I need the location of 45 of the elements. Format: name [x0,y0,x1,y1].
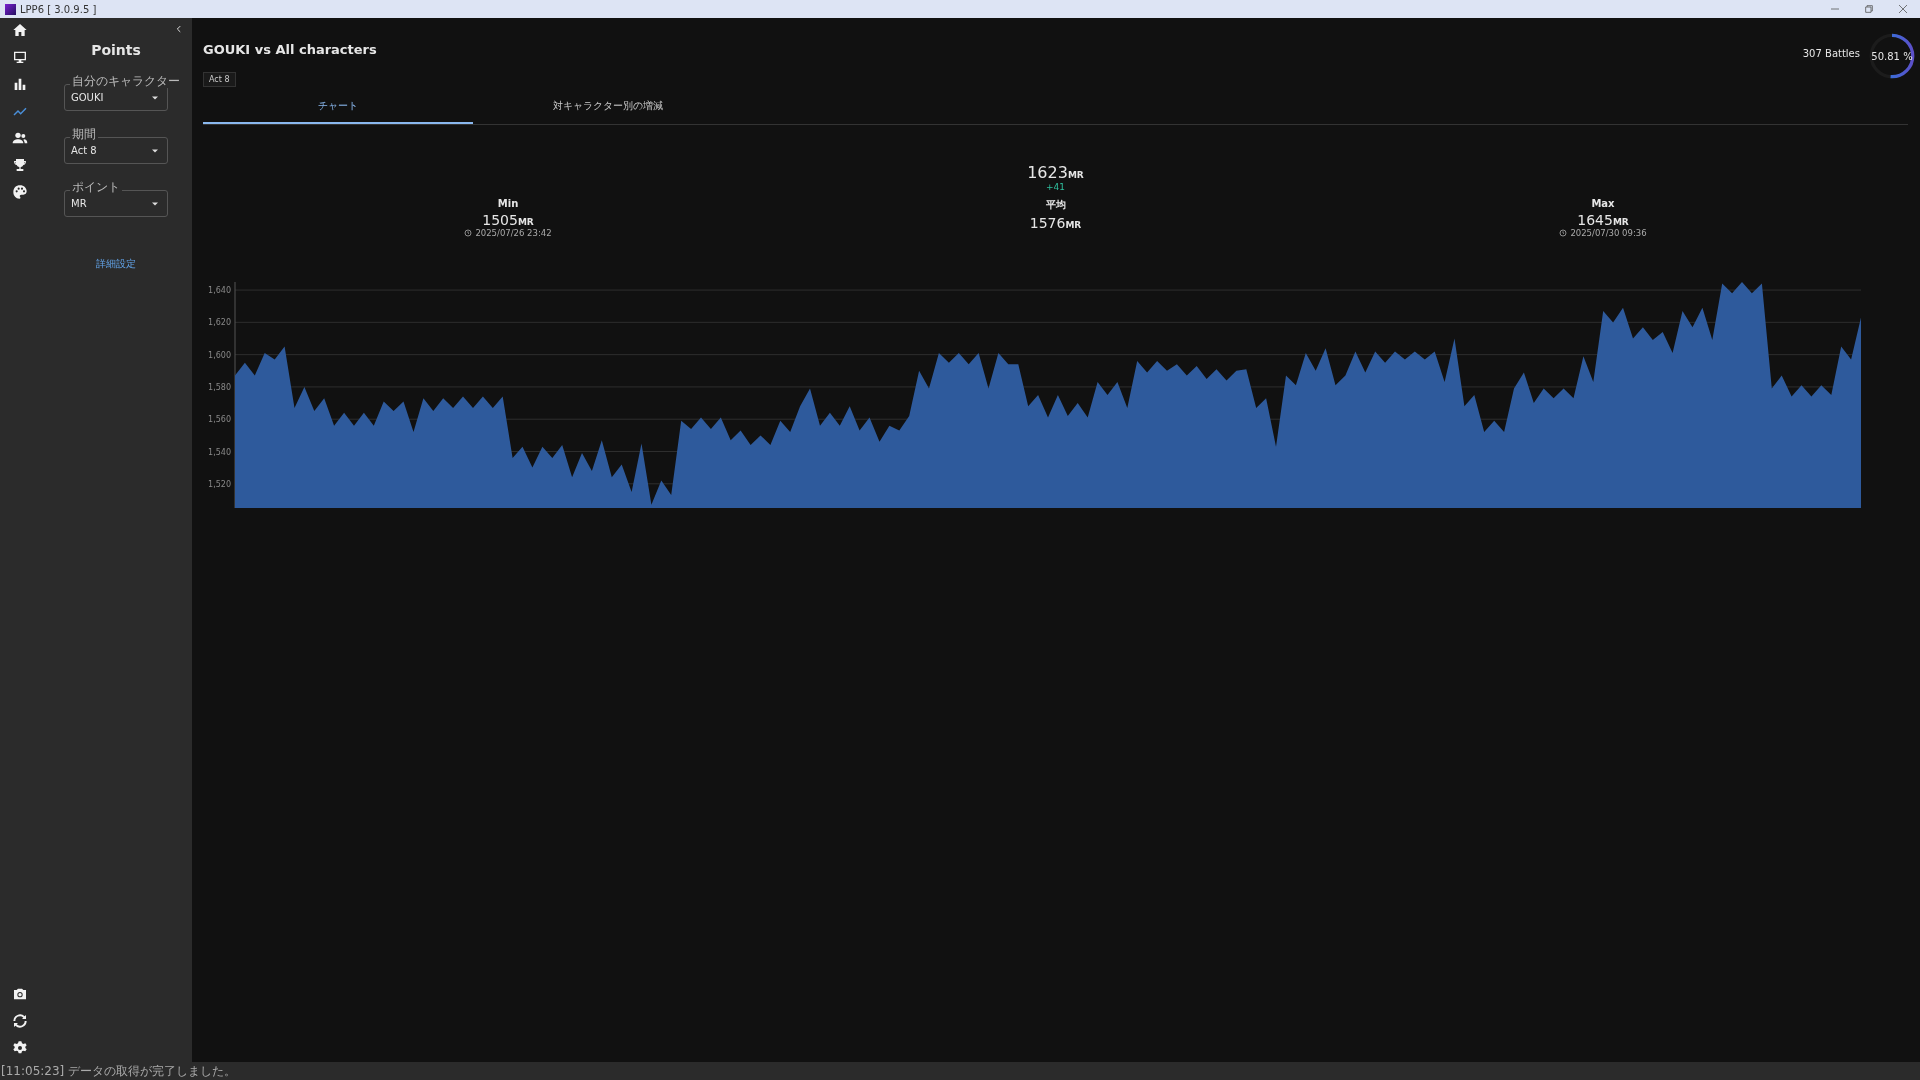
field-label: 自分のキャラクター [70,74,182,88]
stat-value: 1505MR [482,212,534,228]
advanced-settings-link[interactable]: 詳細設定 [96,257,136,271]
y-tick-label: 1,520 [208,479,231,489]
app-logo-icon [5,3,16,15]
field-label: ポイント [70,180,122,194]
stat-label: Max [1591,198,1615,209]
camera-icon[interactable] [12,986,28,1002]
stat-label: Min [497,198,519,209]
y-tick-label: 1,640 [208,286,231,296]
field-value: Act 8 [71,145,98,156]
collapse-chevron-icon[interactable] [174,23,184,35]
y-tick-label: 1,540 [208,447,231,457]
timestamp: 2025/07/30 09:36 [1570,228,1647,238]
field-value: GOUKI [71,92,105,103]
monitor-icon[interactable] [12,49,28,65]
bar-chart-icon[interactable] [12,76,28,92]
palette-icon[interactable] [12,184,28,200]
status-message: [11:05:23] データの取得が完了しました。 [0,1062,1920,1080]
field-label: 期間 [70,127,98,141]
stat-value: 1576MR [1029,215,1082,231]
y-tick-label: 1,600 [208,350,231,360]
clock-icon [464,229,473,237]
settings-icon[interactable] [12,1040,28,1056]
period-tag: Act 8 [203,72,236,87]
stat-value: 1645MR [1577,212,1629,228]
sync-icon[interactable] [12,1013,28,1029]
tab[interactable]: チャート [203,92,473,124]
people-icon[interactable] [12,130,28,146]
tab[interactable]: 対キャラクター別の増減 [473,92,743,124]
field-value: MR [71,198,88,209]
home-icon[interactable] [12,22,28,38]
sidebar-title: Points [91,42,141,58]
y-tick-label: 1,560 [208,415,231,425]
stat-label: 平均 [1045,198,1066,212]
page-title: GOUKI vs All characters [203,42,377,57]
current-rating: 1623MR [1027,163,1084,182]
window-title: LPP6 [ 3.0.9.5 ] [20,3,98,15]
timestamp: 2025/07/26 23:42 [475,228,552,238]
y-tick-label: 1,620 [208,318,231,328]
y-tick-label: 1,580 [208,382,231,392]
rating-change: +41 [1046,182,1065,192]
clock-icon [1559,229,1568,237]
trophy-icon[interactable] [12,157,28,173]
battle-count: 307 Battles [1802,48,1860,59]
